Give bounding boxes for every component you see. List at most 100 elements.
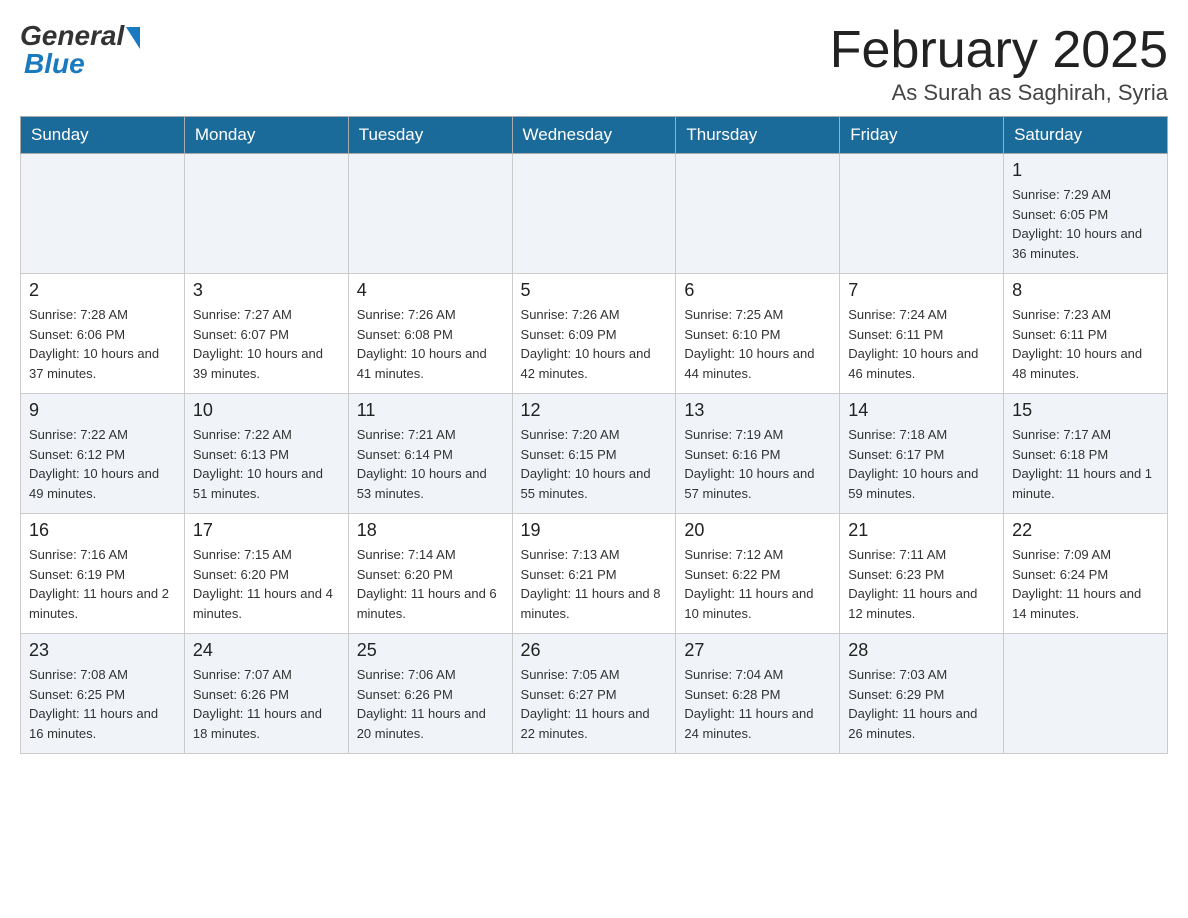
day-info: Sunrise: 7:12 AM Sunset: 6:22 PM Dayligh… bbox=[684, 545, 831, 623]
calendar-day-cell: 6 Sunrise: 7:25 AM Sunset: 6:10 PM Daylig… bbox=[676, 274, 840, 394]
day-info: Sunrise: 7:07 AM Sunset: 6:26 PM Dayligh… bbox=[193, 665, 340, 743]
day-info: Sunrise: 7:26 AM Sunset: 6:09 PM Dayligh… bbox=[521, 305, 668, 383]
day-info: Sunrise: 7:19 AM Sunset: 6:16 PM Dayligh… bbox=[684, 425, 831, 503]
day-number: 27 bbox=[684, 640, 831, 661]
day-info: Sunrise: 7:08 AM Sunset: 6:25 PM Dayligh… bbox=[29, 665, 176, 743]
day-number: 15 bbox=[1012, 400, 1159, 421]
calendar-day-cell: 5 Sunrise: 7:26 AM Sunset: 6:09 PM Daylig… bbox=[512, 274, 676, 394]
calendar-day-cell bbox=[348, 154, 512, 274]
calendar-day-cell: 13 Sunrise: 7:19 AM Sunset: 6:16 PM Dayli… bbox=[676, 394, 840, 514]
day-info: Sunrise: 7:28 AM Sunset: 6:06 PM Dayligh… bbox=[29, 305, 176, 383]
day-number: 24 bbox=[193, 640, 340, 661]
calendar-day-cell bbox=[1004, 634, 1168, 754]
calendar-day-cell: 23 Sunrise: 7:08 AM Sunset: 6:25 PM Dayli… bbox=[21, 634, 185, 754]
calendar-header-row: SundayMondayTuesdayWednesdayThursdayFrid… bbox=[21, 117, 1168, 154]
calendar-day-cell bbox=[676, 154, 840, 274]
day-info: Sunrise: 7:22 AM Sunset: 6:13 PM Dayligh… bbox=[193, 425, 340, 503]
day-info: Sunrise: 7:11 AM Sunset: 6:23 PM Dayligh… bbox=[848, 545, 995, 623]
calendar-day-cell: 24 Sunrise: 7:07 AM Sunset: 6:26 PM Dayli… bbox=[184, 634, 348, 754]
logo: General Blue bbox=[20, 20, 140, 80]
calendar-day-cell: 4 Sunrise: 7:26 AM Sunset: 6:08 PM Daylig… bbox=[348, 274, 512, 394]
calendar-day-cell bbox=[512, 154, 676, 274]
day-of-week-header: Saturday bbox=[1004, 117, 1168, 154]
day-info: Sunrise: 7:29 AM Sunset: 6:05 PM Dayligh… bbox=[1012, 185, 1159, 263]
calendar-day-cell: 2Sunrise: 7:28 AM Sunset: 6:06 PM Daylig… bbox=[21, 274, 185, 394]
calendar-week-row: 16Sunrise: 7:16 AM Sunset: 6:19 PM Dayli… bbox=[21, 514, 1168, 634]
day-info: Sunrise: 7:20 AM Sunset: 6:15 PM Dayligh… bbox=[521, 425, 668, 503]
calendar-day-cell: 16Sunrise: 7:16 AM Sunset: 6:19 PM Dayli… bbox=[21, 514, 185, 634]
calendar-day-cell: 14 Sunrise: 7:18 AM Sunset: 6:17 PM Dayli… bbox=[840, 394, 1004, 514]
day-info: Sunrise: 7:04 AM Sunset: 6:28 PM Dayligh… bbox=[684, 665, 831, 743]
day-number: 20 bbox=[684, 520, 831, 541]
day-of-week-header: Thursday bbox=[676, 117, 840, 154]
calendar-week-row: 23 Sunrise: 7:08 AM Sunset: 6:25 PM Dayli… bbox=[21, 634, 1168, 754]
day-info: Sunrise: 7:21 AM Sunset: 6:14 PM Dayligh… bbox=[357, 425, 504, 503]
day-number: 22 bbox=[1012, 520, 1159, 541]
day-info: Sunrise: 7:05 AM Sunset: 6:27 PM Dayligh… bbox=[521, 665, 668, 743]
day-info: Sunrise: 7:03 AM Sunset: 6:29 PM Dayligh… bbox=[848, 665, 995, 743]
day-number: 4 bbox=[357, 280, 504, 301]
day-info: Sunrise: 7:23 AM Sunset: 6:11 PM Dayligh… bbox=[1012, 305, 1159, 383]
calendar-day-cell bbox=[21, 154, 185, 274]
logo-blue-text: Blue bbox=[24, 48, 85, 80]
day-info: Sunrise: 7:06 AM Sunset: 6:26 PM Dayligh… bbox=[357, 665, 504, 743]
day-info: Sunrise: 7:27 AM Sunset: 6:07 PM Dayligh… bbox=[193, 305, 340, 383]
day-info: Sunrise: 7:09 AM Sunset: 6:24 PM Dayligh… bbox=[1012, 545, 1159, 623]
day-number: 5 bbox=[521, 280, 668, 301]
calendar-week-row: 1 Sunrise: 7:29 AM Sunset: 6:05 PM Daylig… bbox=[21, 154, 1168, 274]
day-of-week-header: Sunday bbox=[21, 117, 185, 154]
month-title: February 2025 bbox=[830, 20, 1168, 80]
day-number: 13 bbox=[684, 400, 831, 421]
day-number: 3 bbox=[193, 280, 340, 301]
calendar-day-cell: 22 Sunrise: 7:09 AM Sunset: 6:24 PM Dayli… bbox=[1004, 514, 1168, 634]
day-info: Sunrise: 7:18 AM Sunset: 6:17 PM Dayligh… bbox=[848, 425, 995, 503]
calendar-day-cell: 15Sunrise: 7:17 AM Sunset: 6:18 PM Dayli… bbox=[1004, 394, 1168, 514]
calendar-day-cell: 1 Sunrise: 7:29 AM Sunset: 6:05 PM Daylig… bbox=[1004, 154, 1168, 274]
day-info: Sunrise: 7:26 AM Sunset: 6:08 PM Dayligh… bbox=[357, 305, 504, 383]
calendar-day-cell: 7 Sunrise: 7:24 AM Sunset: 6:11 PM Daylig… bbox=[840, 274, 1004, 394]
calendar-day-cell: 27 Sunrise: 7:04 AM Sunset: 6:28 PM Dayli… bbox=[676, 634, 840, 754]
calendar-day-cell: 3 Sunrise: 7:27 AM Sunset: 6:07 PM Daylig… bbox=[184, 274, 348, 394]
day-number: 6 bbox=[684, 280, 831, 301]
day-number: 7 bbox=[848, 280, 995, 301]
day-number: 10 bbox=[193, 400, 340, 421]
calendar-day-cell: 19Sunrise: 7:13 AM Sunset: 6:21 PM Dayli… bbox=[512, 514, 676, 634]
calendar-table: SundayMondayTuesdayWednesdayThursdayFrid… bbox=[20, 116, 1168, 754]
title-area: February 2025 As Surah as Saghirah, Syri… bbox=[830, 20, 1168, 106]
calendar-day-cell: 11Sunrise: 7:21 AM Sunset: 6:14 PM Dayli… bbox=[348, 394, 512, 514]
calendar-day-cell: 25 Sunrise: 7:06 AM Sunset: 6:26 PM Dayli… bbox=[348, 634, 512, 754]
day-number: 8 bbox=[1012, 280, 1159, 301]
calendar-day-cell: 17Sunrise: 7:15 AM Sunset: 6:20 PM Dayli… bbox=[184, 514, 348, 634]
day-number: 19 bbox=[521, 520, 668, 541]
day-of-week-header: Monday bbox=[184, 117, 348, 154]
day-number: 21 bbox=[848, 520, 995, 541]
day-number: 25 bbox=[357, 640, 504, 661]
day-number: 17 bbox=[193, 520, 340, 541]
day-info: Sunrise: 7:14 AM Sunset: 6:20 PM Dayligh… bbox=[357, 545, 504, 623]
day-number: 18 bbox=[357, 520, 504, 541]
day-number: 23 bbox=[29, 640, 176, 661]
calendar-day-cell: 21 Sunrise: 7:11 AM Sunset: 6:23 PM Dayli… bbox=[840, 514, 1004, 634]
calendar-day-cell: 12Sunrise: 7:20 AM Sunset: 6:15 PM Dayli… bbox=[512, 394, 676, 514]
day-number: 26 bbox=[521, 640, 668, 661]
calendar-day-cell: 20 Sunrise: 7:12 AM Sunset: 6:22 PM Dayli… bbox=[676, 514, 840, 634]
header: General Blue February 2025 As Surah as S… bbox=[20, 20, 1168, 106]
calendar-week-row: 2Sunrise: 7:28 AM Sunset: 6:06 PM Daylig… bbox=[21, 274, 1168, 394]
day-info: Sunrise: 7:24 AM Sunset: 6:11 PM Dayligh… bbox=[848, 305, 995, 383]
day-of-week-header: Friday bbox=[840, 117, 1004, 154]
day-number: 9 bbox=[29, 400, 176, 421]
calendar-day-cell: 9 Sunrise: 7:22 AM Sunset: 6:12 PM Daylig… bbox=[21, 394, 185, 514]
day-number: 16 bbox=[29, 520, 176, 541]
calendar-day-cell: 10 Sunrise: 7:22 AM Sunset: 6:13 PM Dayli… bbox=[184, 394, 348, 514]
day-of-week-header: Wednesday bbox=[512, 117, 676, 154]
day-info: Sunrise: 7:22 AM Sunset: 6:12 PM Dayligh… bbox=[29, 425, 176, 503]
calendar-day-cell bbox=[840, 154, 1004, 274]
calendar-day-cell: 8 Sunrise: 7:23 AM Sunset: 6:11 PM Daylig… bbox=[1004, 274, 1168, 394]
day-number: 28 bbox=[848, 640, 995, 661]
calendar-day-cell: 18 Sunrise: 7:14 AM Sunset: 6:20 PM Dayli… bbox=[348, 514, 512, 634]
day-number: 14 bbox=[848, 400, 995, 421]
day-info: Sunrise: 7:25 AM Sunset: 6:10 PM Dayligh… bbox=[684, 305, 831, 383]
calendar-day-cell: 28 Sunrise: 7:03 AM Sunset: 6:29 PM Dayli… bbox=[840, 634, 1004, 754]
location-subtitle: As Surah as Saghirah, Syria bbox=[830, 80, 1168, 106]
day-number: 1 bbox=[1012, 160, 1159, 181]
